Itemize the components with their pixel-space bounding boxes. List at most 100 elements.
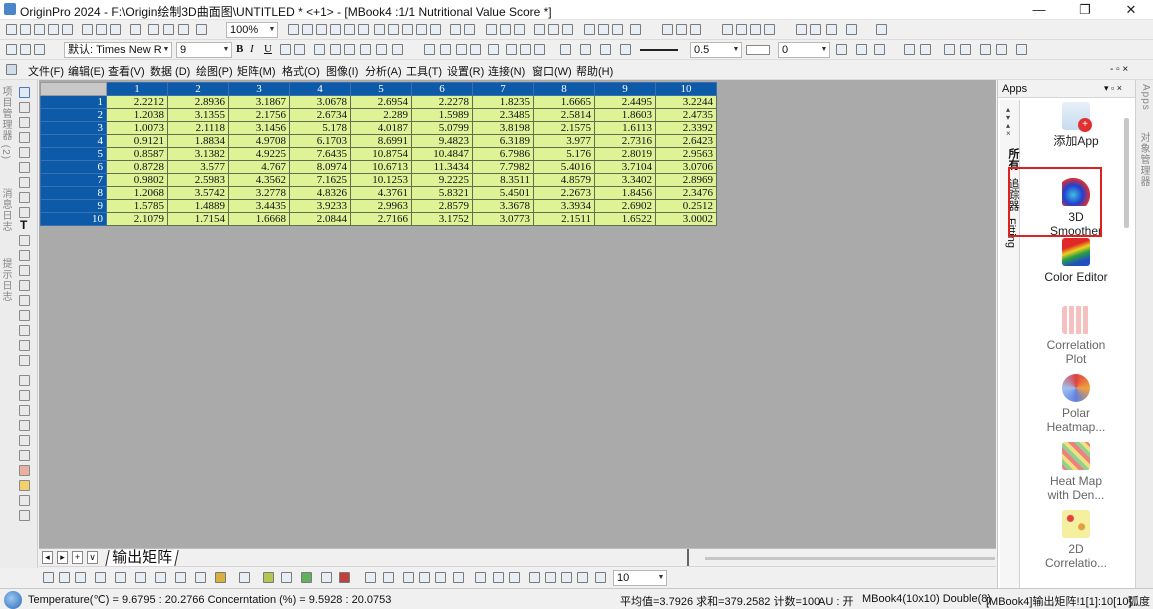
matrix-cell[interactable]: 2.8019 xyxy=(594,147,656,161)
box-tool-icon[interactable] xyxy=(19,235,30,246)
heatmap-icon[interactable] xyxy=(301,572,312,583)
matrix-cell[interactable]: 2.6954 xyxy=(350,95,412,109)
move-end-icon[interactable] xyxy=(876,24,887,35)
menu-settings[interactable]: 设置(R) xyxy=(447,63,484,79)
zoom-out-icon[interactable] xyxy=(19,117,30,128)
column-header[interactable]: 4 xyxy=(289,82,351,96)
prev-sheet-button[interactable]: ◂ xyxy=(42,551,53,564)
minimize-button[interactable]: — xyxy=(1016,0,1062,20)
stack-tool-icon[interactable] xyxy=(19,450,30,461)
move-left-icon[interactable] xyxy=(846,24,857,35)
insert-column-icon[interactable] xyxy=(796,24,807,35)
matrix-cell[interactable]: 7.7982 xyxy=(472,160,534,174)
zoom-in-icon[interactable] xyxy=(19,102,30,113)
matrix-cell[interactable]: 2.3392 xyxy=(655,121,717,135)
mask-tool-icon[interactable] xyxy=(19,465,30,476)
matrix-cell[interactable]: 3.0002 xyxy=(655,212,717,226)
menu-edit[interactable]: 编辑(E) xyxy=(68,63,105,79)
border-icon[interactable] xyxy=(376,44,387,55)
matrix-cell[interactable]: 2.7316 xyxy=(594,134,656,148)
font-name-select[interactable]: 默认: Times New R ▼ xyxy=(64,42,172,58)
matrix-cell[interactable]: 10.8754 xyxy=(350,147,412,161)
new-workbook-icon[interactable] xyxy=(20,24,31,35)
column-header[interactable]: 10 xyxy=(655,82,717,96)
row-header[interactable]: 5 xyxy=(40,147,107,161)
statistics-icon[interactable] xyxy=(534,24,545,35)
column-plot-icon[interactable] xyxy=(95,572,106,583)
mdi-window-controls[interactable]: - ▫ × xyxy=(1110,64,1128,75)
matrix-cell[interactable]: 1.8834 xyxy=(167,134,229,148)
superscript-icon[interactable] xyxy=(280,44,291,55)
add-sheet-button[interactable]: + xyxy=(72,551,83,564)
tab-splitter[interactable] xyxy=(687,549,689,566)
matrix-cell[interactable]: 3.5742 xyxy=(167,186,229,200)
set-z-icon[interactable] xyxy=(690,24,701,35)
matrix-cell[interactable]: 2.6902 xyxy=(594,199,656,213)
rescale-icon[interactable] xyxy=(435,572,446,583)
matrix-cell[interactable]: 3.3402 xyxy=(594,173,656,187)
move-icon[interactable] xyxy=(19,147,30,158)
object-manager-tab[interactable]: 对象管理器 xyxy=(1138,132,1151,187)
matrix-cell[interactable]: 2.5814 xyxy=(533,108,595,122)
arrow-tool-icon[interactable] xyxy=(19,250,30,261)
subscript-icon[interactable] xyxy=(294,44,305,55)
data-reader-tool-icon[interactable] xyxy=(19,162,30,173)
matrix-cell[interactable]: 8.3511 xyxy=(472,173,534,187)
sort-descending-icon[interactable] xyxy=(598,24,609,35)
matrix-cell[interactable]: 4.3761 xyxy=(350,186,412,200)
app-heat-map-dendrogram[interactable]: Heat Map with Den... xyxy=(1021,442,1131,502)
line-symbol-icon[interactable] xyxy=(75,572,86,583)
line-color-icon[interactable] xyxy=(580,44,591,55)
tick-icon[interactable] xyxy=(493,572,504,583)
legend-icon[interactable] xyxy=(453,572,464,583)
menu-tools[interactable]: 工具(T) xyxy=(406,63,442,79)
matrix-cell[interactable]: 1.6522 xyxy=(594,212,656,226)
app-color-editor[interactable]: Color Editor xyxy=(1021,238,1131,284)
next-sheet-button[interactable]: ▸ xyxy=(57,551,68,564)
matrix-cell[interactable]: 5.8321 xyxy=(411,186,473,200)
matrix-cell[interactable]: 7.1625 xyxy=(289,173,351,187)
line-tool-icon[interactable] xyxy=(19,265,30,276)
set-xy-icon[interactable] xyxy=(514,24,525,35)
decrease-font-icon[interactable] xyxy=(344,44,355,55)
matrix-cell[interactable]: 2.9563 xyxy=(655,147,717,161)
3d-plot-icon[interactable] xyxy=(215,572,226,583)
save-template-icon[interactable] xyxy=(178,24,189,35)
increase-font-icon[interactable] xyxy=(330,44,341,55)
results-log-icon[interactable] xyxy=(344,24,355,35)
grid-icon[interactable] xyxy=(856,44,867,55)
font-size-select[interactable]: 9 ▼ xyxy=(176,42,232,58)
matrix-cell[interactable]: 2.8969 xyxy=(655,173,717,187)
menu-window[interactable]: 窗口(W) xyxy=(532,63,572,79)
matrix-cell[interactable]: 3.2244 xyxy=(655,95,717,109)
matrix-cell[interactable]: 1.7154 xyxy=(167,212,229,226)
row-header[interactable]: 9 xyxy=(40,199,107,213)
matrix-cell[interactable]: 8.0974 xyxy=(289,160,351,174)
matrix-cell[interactable]: 4.8326 xyxy=(289,186,351,200)
matrix-cell[interactable]: 6.3189 xyxy=(472,134,534,148)
app-add-app[interactable]: + 添加App xyxy=(1021,102,1131,148)
matrix-cell[interactable]: 8.6991 xyxy=(350,134,412,148)
matrix-cell[interactable]: 9.2225 xyxy=(411,173,473,187)
row-header[interactable]: 2 xyxy=(40,108,107,122)
annotation-icon[interactable] xyxy=(416,24,427,35)
matrix-cell[interactable]: 3.7104 xyxy=(594,160,656,174)
column-header[interactable]: 6 xyxy=(411,82,473,96)
align-left-icon[interactable] xyxy=(980,44,991,55)
insert-table-icon[interactable] xyxy=(19,340,30,351)
code-builder-icon[interactable] xyxy=(330,24,341,35)
command-window-icon[interactable] xyxy=(358,24,369,35)
pointer-icon[interactable] xyxy=(19,87,30,98)
row-stats-icon[interactable] xyxy=(562,24,573,35)
prev-record-icon[interactable] xyxy=(736,24,747,35)
matrix-cell[interactable]: 1.6665 xyxy=(533,95,595,109)
new-matrix-icon[interactable] xyxy=(48,24,59,35)
matrix-cell[interactable]: 1.0073 xyxy=(106,121,168,135)
bold-button[interactable]: B xyxy=(236,43,243,55)
new-function-icon[interactable] xyxy=(62,24,73,35)
sheet-tab-output-matrix[interactable]: 输出矩阵 xyxy=(105,549,179,566)
merge-icon[interactable] xyxy=(424,44,435,55)
new-graph-icon[interactable] xyxy=(34,24,45,35)
matrix-cell[interactable]: 2.5983 xyxy=(167,173,229,187)
table-icon[interactable] xyxy=(440,44,451,55)
